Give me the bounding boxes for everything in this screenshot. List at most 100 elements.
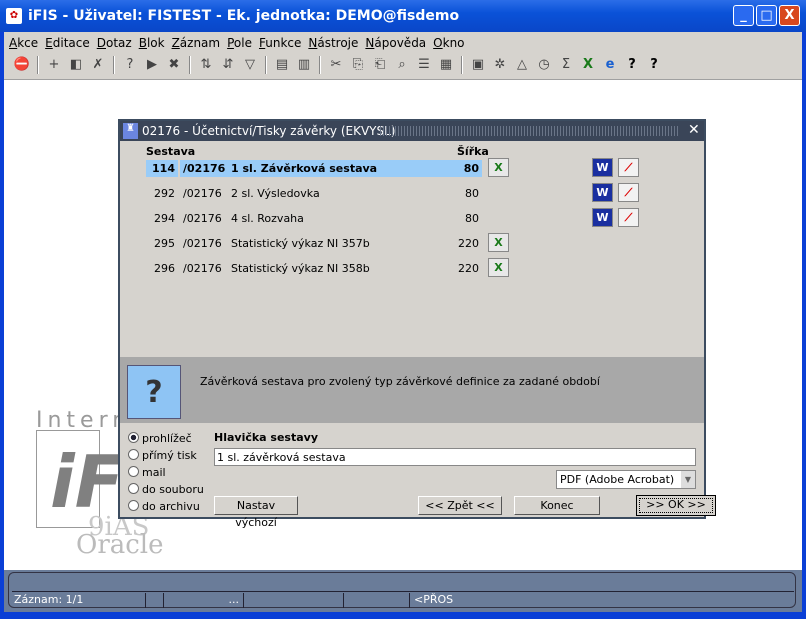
menu-4[interactable]: Záznam — [172, 36, 221, 50]
dialog-icon: ♜ — [123, 123, 138, 139]
report-width: 220 — [458, 262, 479, 275]
word-export-icon[interactable]: W — [592, 208, 613, 227]
back-button[interactable]: << Zpět << — [418, 496, 502, 515]
sort-asc-icon[interactable]: ⇅ — [196, 55, 216, 75]
paste-icon[interactable]: ⎗ — [370, 55, 390, 75]
report-row[interactable]: 114 /02176 1 sl. Závěrková sestava 80 X W ⟋ — [120, 156, 704, 181]
titlebar-texture — [380, 126, 680, 136]
report-code: /02176 — [183, 262, 222, 275]
excel-export-icon[interactable]: X — [488, 258, 509, 277]
end-button[interactable]: Konec — [514, 496, 600, 515]
description-panel: Závěrková sestava pro zvolený typ závěrk… — [120, 357, 704, 423]
browser-icon[interactable]: e — [600, 55, 620, 75]
delete-record-icon[interactable]: ✗ — [88, 55, 108, 75]
report-name: Statistický výkaz NI 357b — [231, 237, 370, 250]
report-name: 2 sl. Výsledovka — [231, 187, 320, 200]
report-code: /02176 — [183, 237, 222, 250]
word-export-icon[interactable]: W — [592, 183, 613, 202]
pdf-export-icon[interactable]: ⟋ — [618, 183, 639, 202]
print-icon[interactable]: ▤ — [272, 55, 292, 75]
print-setup-icon[interactable]: ▥ — [294, 55, 314, 75]
logo-text-oracle: Oracle — [76, 530, 164, 560]
save-icon[interactable]: ◧ — [66, 55, 86, 75]
triangle-icon[interactable]: △ — [512, 55, 532, 75]
find-icon[interactable]: ⌕ — [392, 55, 412, 75]
output-option-label: do archivu — [142, 500, 200, 513]
excel-icon[interactable]: X — [578, 55, 598, 75]
execute-query-icon[interactable]: ▶ — [142, 55, 162, 75]
menu-3[interactable]: Blok — [139, 36, 165, 50]
maximize-button[interactable]: □ — [756, 5, 777, 26]
output-option-label: přímý tisk — [142, 449, 197, 462]
set-default-button[interactable]: Nastav výchozí — [214, 496, 298, 529]
insert-record-icon[interactable]: + — [44, 55, 64, 75]
cut-icon[interactable]: ✂ — [326, 55, 346, 75]
radio-icon[interactable] — [128, 449, 139, 460]
status-mode: <PŘOS — [414, 593, 454, 606]
minimize-button[interactable]: _ — [733, 5, 754, 26]
radio-icon[interactable] — [128, 432, 139, 443]
output-option-radio[interactable]: do souboru — [128, 483, 204, 500]
clock-icon[interactable]: ◷ — [534, 55, 554, 75]
sort-desc-icon[interactable]: ⇵ — [218, 55, 238, 75]
enter-query-icon[interactable]: ? — [120, 55, 140, 75]
context-help-icon[interactable]: ? — [644, 55, 664, 75]
filter-icon[interactable]: ▽ — [240, 55, 260, 75]
calculator-icon[interactable]: ▣ — [468, 55, 488, 75]
header-input[interactable] — [214, 448, 696, 466]
exit-icon[interactable]: ⛔ — [12, 55, 32, 75]
report-number: 295 — [154, 237, 175, 250]
report-code: /02176 — [183, 187, 222, 200]
cancel-query-icon[interactable]: ✖ — [164, 55, 184, 75]
report-dialog: ♜ 02176 - Účetnictví/Tisky závěrky (EKVY… — [118, 119, 716, 529]
columns-icon[interactable]: ▦ — [436, 55, 456, 75]
dialog-close-icon[interactable]: ✕ — [688, 122, 700, 138]
report-row[interactable]: 292 /02176 2 sl. Výsledovka 80 W ⟋ — [120, 181, 704, 206]
format-select[interactable]: PDF (Adobe Acrobat) ▼ — [556, 470, 696, 489]
report-number: 296 — [154, 262, 175, 275]
pdf-export-icon[interactable]: ⟋ — [618, 208, 639, 227]
toolbar: ⛔ + ◧ ✗? ▶ ✖ ⇅ ⇵ ▽ ▤ ▥ ✂ ⎘ ⎗ ⌕ ☰ ▦ ▣ ✲ △ ◷ Σ Xe?? — [4, 53, 802, 80]
format-value: PDF (Adobe Acrobat) — [560, 473, 675, 486]
menu-2[interactable]: Dotaz — [97, 36, 132, 50]
output-option-radio[interactable]: prohlížeč — [128, 432, 192, 449]
settings-icon[interactable]: ✲ — [490, 55, 510, 75]
report-code: /02176 — [180, 160, 230, 177]
dialog-title: 02176 - Účetnictví/Tisky závěrky (EKVYSL… — [142, 124, 396, 138]
ok-button[interactable]: >> OK >> — [636, 495, 716, 516]
window-title: iFIS - Uživatel: FISTEST - Ek. jednotka:… — [28, 8, 460, 24]
report-row[interactable]: 296 /02176 Statistický výkaz NI 358b 220… — [120, 256, 704, 281]
copy-icon[interactable]: ⎘ — [348, 55, 368, 75]
menu-0[interactable]: Akce — [9, 36, 38, 50]
menu-bar: Akce Editace Dotaz Blok Záznam Pole Funkce Nást… — [4, 32, 802, 53]
toolbar-separator — [189, 56, 191, 74]
dialog-titlebar: ♜ 02176 - Účetnictví/Tisky závěrky (EKVY… — [120, 121, 704, 141]
menu-7[interactable]: Nástroje — [308, 36, 358, 50]
report-width: 80 — [465, 212, 479, 225]
report-row[interactable]: 295 /02176 Statistický výkaz NI 357b 220… — [120, 231, 704, 256]
word-export-icon[interactable]: W — [592, 158, 613, 177]
radio-icon[interactable] — [128, 483, 139, 494]
excel-export-icon[interactable]: X — [488, 158, 509, 177]
pdf-export-icon[interactable]: ⟋ — [618, 158, 639, 177]
sum-icon[interactable]: Σ — [556, 55, 576, 75]
output-option-radio[interactable]: přímý tisk — [128, 449, 197, 466]
status-cell — [244, 593, 344, 608]
chevron-down-icon[interactable]: ▼ — [681, 471, 695, 488]
menu-6[interactable]: Funkce — [259, 36, 301, 50]
menu-9[interactable]: Okno — [433, 36, 464, 50]
menu-5[interactable]: Pole — [227, 36, 252, 50]
toolbar-separator — [113, 56, 115, 74]
output-option-radio[interactable]: do archivu — [128, 500, 200, 517]
close-button[interactable]: X — [779, 5, 800, 26]
report-number: 294 — [154, 212, 175, 225]
output-option-radio[interactable]: mail — [128, 466, 166, 483]
excel-export-icon[interactable]: X — [488, 233, 509, 252]
help-icon[interactable]: ? — [622, 55, 642, 75]
menu-8[interactable]: Nápověda — [365, 36, 426, 50]
list-icon[interactable]: ☰ — [414, 55, 434, 75]
radio-icon[interactable] — [128, 466, 139, 477]
menu-1[interactable]: Editace — [45, 36, 90, 50]
report-row[interactable]: 294 /02176 4 sl. Rozvaha 80 W ⟋ — [120, 206, 704, 231]
radio-icon[interactable] — [128, 500, 139, 511]
